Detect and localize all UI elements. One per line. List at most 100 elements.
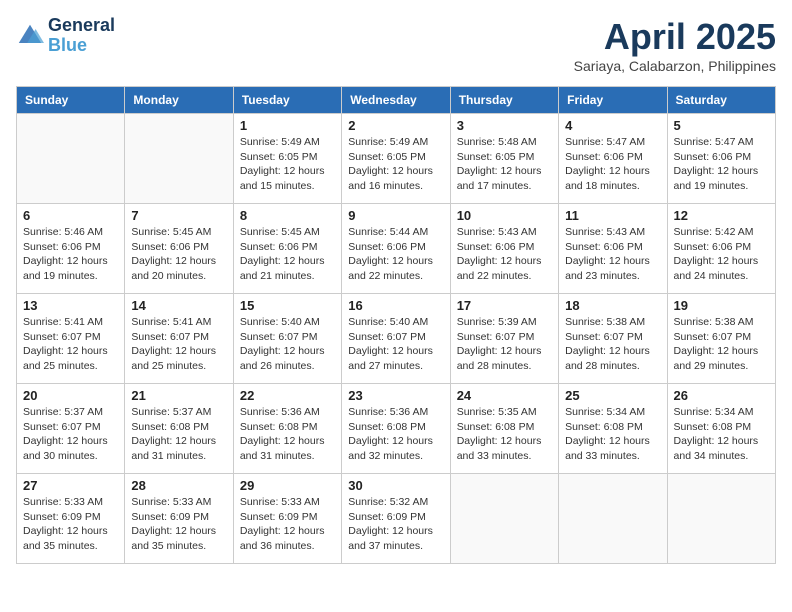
calendar-cell: 28 Sunrise: 5:33 AM Sunset: 6:09 PM Dayl… <box>125 474 233 564</box>
logo-text: General Blue <box>48 16 115 56</box>
calendar-cell: 10 Sunrise: 5:43 AM Sunset: 6:06 PM Dayl… <box>450 204 558 294</box>
day-number: 14 <box>131 298 226 313</box>
day-detail: Sunrise: 5:41 AM Sunset: 6:07 PM Dayligh… <box>131 315 226 374</box>
calendar-cell: 12 Sunrise: 5:42 AM Sunset: 6:06 PM Dayl… <box>667 204 775 294</box>
day-detail: Sunrise: 5:47 AM Sunset: 6:06 PM Dayligh… <box>565 135 660 194</box>
calendar-cell: 11 Sunrise: 5:43 AM Sunset: 6:06 PM Dayl… <box>559 204 667 294</box>
day-number: 9 <box>348 208 443 223</box>
day-detail: Sunrise: 5:49 AM Sunset: 6:05 PM Dayligh… <box>240 135 335 194</box>
day-detail: Sunrise: 5:32 AM Sunset: 6:09 PM Dayligh… <box>348 495 443 554</box>
page-header: General Blue April 2025 Sariaya, Calabar… <box>16 16 776 74</box>
day-number: 27 <box>23 478 118 493</box>
day-number: 10 <box>457 208 552 223</box>
day-detail: Sunrise: 5:43 AM Sunset: 6:06 PM Dayligh… <box>565 225 660 284</box>
day-number: 19 <box>674 298 769 313</box>
calendar-cell: 23 Sunrise: 5:36 AM Sunset: 6:08 PM Dayl… <box>342 384 450 474</box>
day-number: 13 <box>23 298 118 313</box>
day-detail: Sunrise: 5:48 AM Sunset: 6:05 PM Dayligh… <box>457 135 552 194</box>
calendar-cell: 24 Sunrise: 5:35 AM Sunset: 6:08 PM Dayl… <box>450 384 558 474</box>
day-number: 28 <box>131 478 226 493</box>
day-number: 24 <box>457 388 552 403</box>
day-detail: Sunrise: 5:49 AM Sunset: 6:05 PM Dayligh… <box>348 135 443 194</box>
day-detail: Sunrise: 5:39 AM Sunset: 6:07 PM Dayligh… <box>457 315 552 374</box>
calendar-cell: 27 Sunrise: 5:33 AM Sunset: 6:09 PM Dayl… <box>17 474 125 564</box>
calendar-week-row: 1 Sunrise: 5:49 AM Sunset: 6:05 PM Dayli… <box>17 114 776 204</box>
calendar-cell: 26 Sunrise: 5:34 AM Sunset: 6:08 PM Dayl… <box>667 384 775 474</box>
day-detail: Sunrise: 5:43 AM Sunset: 6:06 PM Dayligh… <box>457 225 552 284</box>
day-detail: Sunrise: 5:33 AM Sunset: 6:09 PM Dayligh… <box>23 495 118 554</box>
calendar-week-row: 13 Sunrise: 5:41 AM Sunset: 6:07 PM Dayl… <box>17 294 776 384</box>
day-number: 16 <box>348 298 443 313</box>
calendar-cell <box>450 474 558 564</box>
day-detail: Sunrise: 5:41 AM Sunset: 6:07 PM Dayligh… <box>23 315 118 374</box>
day-detail: Sunrise: 5:40 AM Sunset: 6:07 PM Dayligh… <box>348 315 443 374</box>
weekday-header: Saturday <box>667 87 775 114</box>
day-detail: Sunrise: 5:33 AM Sunset: 6:09 PM Dayligh… <box>240 495 335 554</box>
calendar-cell: 3 Sunrise: 5:48 AM Sunset: 6:05 PM Dayli… <box>450 114 558 204</box>
day-number: 2 <box>348 118 443 133</box>
logo-icon <box>16 22 44 50</box>
weekday-header: Monday <box>125 87 233 114</box>
calendar-cell: 20 Sunrise: 5:37 AM Sunset: 6:07 PM Dayl… <box>17 384 125 474</box>
calendar-cell: 21 Sunrise: 5:37 AM Sunset: 6:08 PM Dayl… <box>125 384 233 474</box>
day-number: 18 <box>565 298 660 313</box>
day-number: 17 <box>457 298 552 313</box>
calendar-cell <box>17 114 125 204</box>
weekday-header: Friday <box>559 87 667 114</box>
calendar-cell: 18 Sunrise: 5:38 AM Sunset: 6:07 PM Dayl… <box>559 294 667 384</box>
calendar-cell: 17 Sunrise: 5:39 AM Sunset: 6:07 PM Dayl… <box>450 294 558 384</box>
day-detail: Sunrise: 5:47 AM Sunset: 6:06 PM Dayligh… <box>674 135 769 194</box>
calendar-week-row: 20 Sunrise: 5:37 AM Sunset: 6:07 PM Dayl… <box>17 384 776 474</box>
day-number: 1 <box>240 118 335 133</box>
day-number: 12 <box>674 208 769 223</box>
calendar-cell: 15 Sunrise: 5:40 AM Sunset: 6:07 PM Dayl… <box>233 294 341 384</box>
weekday-header: Thursday <box>450 87 558 114</box>
weekday-header: Tuesday <box>233 87 341 114</box>
calendar-cell: 6 Sunrise: 5:46 AM Sunset: 6:06 PM Dayli… <box>17 204 125 294</box>
day-detail: Sunrise: 5:37 AM Sunset: 6:08 PM Dayligh… <box>131 405 226 464</box>
calendar-cell: 5 Sunrise: 5:47 AM Sunset: 6:06 PM Dayli… <box>667 114 775 204</box>
calendar-cell: 4 Sunrise: 5:47 AM Sunset: 6:06 PM Dayli… <box>559 114 667 204</box>
calendar-cell <box>559 474 667 564</box>
day-detail: Sunrise: 5:36 AM Sunset: 6:08 PM Dayligh… <box>240 405 335 464</box>
day-number: 5 <box>674 118 769 133</box>
day-number: 6 <box>23 208 118 223</box>
calendar-week-row: 6 Sunrise: 5:46 AM Sunset: 6:06 PM Dayli… <box>17 204 776 294</box>
day-number: 29 <box>240 478 335 493</box>
calendar-cell: 2 Sunrise: 5:49 AM Sunset: 6:05 PM Dayli… <box>342 114 450 204</box>
weekday-header: Sunday <box>17 87 125 114</box>
calendar-cell: 30 Sunrise: 5:32 AM Sunset: 6:09 PM Dayl… <box>342 474 450 564</box>
day-detail: Sunrise: 5:38 AM Sunset: 6:07 PM Dayligh… <box>674 315 769 374</box>
day-number: 26 <box>674 388 769 403</box>
day-number: 3 <box>457 118 552 133</box>
month-title: April 2025 <box>574 16 776 58</box>
day-number: 23 <box>348 388 443 403</box>
day-detail: Sunrise: 5:42 AM Sunset: 6:06 PM Dayligh… <box>674 225 769 284</box>
calendar-cell <box>667 474 775 564</box>
day-detail: Sunrise: 5:44 AM Sunset: 6:06 PM Dayligh… <box>348 225 443 284</box>
calendar-cell: 9 Sunrise: 5:44 AM Sunset: 6:06 PM Dayli… <box>342 204 450 294</box>
calendar-cell: 1 Sunrise: 5:49 AM Sunset: 6:05 PM Dayli… <box>233 114 341 204</box>
calendar-cell: 14 Sunrise: 5:41 AM Sunset: 6:07 PM Dayl… <box>125 294 233 384</box>
calendar-cell: 13 Sunrise: 5:41 AM Sunset: 6:07 PM Dayl… <box>17 294 125 384</box>
calendar-week-row: 27 Sunrise: 5:33 AM Sunset: 6:09 PM Dayl… <box>17 474 776 564</box>
day-detail: Sunrise: 5:33 AM Sunset: 6:09 PM Dayligh… <box>131 495 226 554</box>
day-detail: Sunrise: 5:34 AM Sunset: 6:08 PM Dayligh… <box>565 405 660 464</box>
day-detail: Sunrise: 5:38 AM Sunset: 6:07 PM Dayligh… <box>565 315 660 374</box>
day-number: 15 <box>240 298 335 313</box>
day-number: 20 <box>23 388 118 403</box>
day-detail: Sunrise: 5:40 AM Sunset: 6:07 PM Dayligh… <box>240 315 335 374</box>
calendar-cell: 19 Sunrise: 5:38 AM Sunset: 6:07 PM Dayl… <box>667 294 775 384</box>
day-detail: Sunrise: 5:45 AM Sunset: 6:06 PM Dayligh… <box>131 225 226 284</box>
day-detail: Sunrise: 5:46 AM Sunset: 6:06 PM Dayligh… <box>23 225 118 284</box>
calendar-header-row: SundayMondayTuesdayWednesdayThursdayFrid… <box>17 87 776 114</box>
day-number: 11 <box>565 208 660 223</box>
calendar-cell: 7 Sunrise: 5:45 AM Sunset: 6:06 PM Dayli… <box>125 204 233 294</box>
day-detail: Sunrise: 5:45 AM Sunset: 6:06 PM Dayligh… <box>240 225 335 284</box>
day-number: 4 <box>565 118 660 133</box>
day-detail: Sunrise: 5:36 AM Sunset: 6:08 PM Dayligh… <box>348 405 443 464</box>
day-number: 8 <box>240 208 335 223</box>
calendar-cell: 25 Sunrise: 5:34 AM Sunset: 6:08 PM Dayl… <box>559 384 667 474</box>
calendar-cell: 29 Sunrise: 5:33 AM Sunset: 6:09 PM Dayl… <box>233 474 341 564</box>
calendar-cell: 22 Sunrise: 5:36 AM Sunset: 6:08 PM Dayl… <box>233 384 341 474</box>
